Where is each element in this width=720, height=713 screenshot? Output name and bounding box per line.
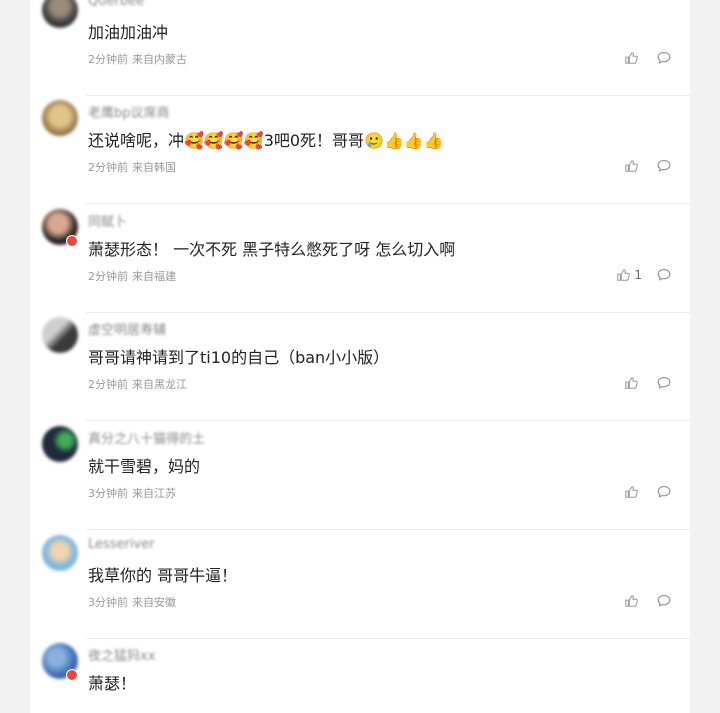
- comment-location: 来自内蒙古: [132, 53, 187, 66]
- avatar[interactable]: [42, 426, 78, 462]
- comment-bubble-icon: [657, 594, 671, 607]
- comment-username[interactable]: Querbee: [88, 0, 144, 9]
- divider: [86, 203, 690, 204]
- like-button[interactable]: [624, 484, 642, 500]
- like-count: 1: [634, 268, 642, 282]
- comment-meta: 3分钟前 来自安徽: [88, 594, 176, 610]
- comment-location: 来自江苏: [132, 487, 176, 500]
- comment-item: Lesseriver 我草你的 哥哥牛逼！ 3分钟前 来自安徽: [30, 531, 690, 639]
- thumbs-up-icon: [617, 269, 631, 281]
- comment-location: 来自安徽: [132, 596, 176, 609]
- comment-username[interactable]: 同赋卜: [88, 211, 127, 230]
- comment-meta: 2分钟前 来自内蒙古: [88, 51, 187, 67]
- comment-text: 还说啥呢，冲🥰🥰🥰🥰3吧0死！哥哥🥲👍👍👍: [88, 131, 444, 150]
- reply-button[interactable]: [656, 158, 672, 174]
- comment-time: 3分钟前: [88, 487, 128, 500]
- comment-meta: 2分钟前 来自韩国: [88, 159, 176, 175]
- divider: [86, 420, 690, 421]
- thumbs-up-icon: [625, 377, 638, 389]
- comment-text: 就干雪碧，妈的: [88, 457, 201, 476]
- comment-meta: 2分钟前 来自福建: [88, 268, 176, 284]
- comment-item: 真分之八十猫得的土 就干雪碧，妈的 3分钟前 来自江苏: [30, 422, 690, 530]
- comment-text: 萧瑟形态！ 一次不死 黑子特么憋死了呀 怎么切入啊: [88, 240, 456, 259]
- reply-button[interactable]: [656, 484, 672, 500]
- like-button[interactable]: [624, 50, 642, 66]
- comment-time: 2分钟前: [88, 53, 128, 66]
- comment-time: 2分钟前: [88, 270, 128, 283]
- reply-button[interactable]: [656, 593, 672, 609]
- comment-time: 3分钟前: [88, 596, 128, 609]
- comment-location: 来自黑龙江: [132, 378, 187, 391]
- comment-location: 来自韩国: [132, 161, 176, 174]
- comment-item: Querbee 加油加油冲 2分钟前 来自内蒙古: [30, 0, 690, 96]
- comment-bubble-icon: [657, 485, 671, 498]
- comment-bubble-icon: [657, 268, 671, 281]
- verified-badge-icon: [66, 669, 78, 681]
- reply-button[interactable]: [656, 267, 672, 283]
- comment-text: 哥哥请神请到了ti10的自己（ban小小版）: [88, 348, 390, 367]
- comment-item: 同赋卜 萧瑟形态！ 一次不死 黑子特么憋死了呀 怎么切入啊 2分钟前 来自福建 1: [30, 205, 690, 313]
- like-button[interactable]: [624, 158, 642, 174]
- avatar[interactable]: [42, 100, 78, 136]
- avatar[interactable]: [42, 317, 78, 353]
- thumbs-up-icon: [625, 160, 638, 172]
- comment-location: 来自福建: [132, 270, 176, 283]
- comment-username[interactable]: 夜之猛犸xx: [88, 645, 155, 664]
- avatar[interactable]: [42, 0, 78, 28]
- thumbs-up-icon: [625, 595, 638, 607]
- comment-text: 加油加油冲: [88, 23, 169, 42]
- like-button[interactable]: [624, 375, 642, 391]
- comment-time: 2分钟前: [88, 161, 128, 174]
- comment-item: 夜之猛犸xx 萧瑟！: [30, 639, 690, 713]
- comment-item: 老鹰bp议席商 还说啥呢，冲🥰🥰🥰🥰3吧0死！哥哥🥲👍👍👍 2分钟前 来自韩国: [30, 96, 690, 204]
- comment-time: 2分钟前: [88, 378, 128, 391]
- verified-badge-icon: [66, 235, 78, 247]
- thumbs-up-icon: [625, 486, 638, 498]
- divider: [86, 529, 690, 530]
- comment-username[interactable]: Lesseriver: [88, 537, 155, 552]
- like-button[interactable]: [624, 593, 642, 609]
- comment-meta: 2分钟前 来自黑龙江: [88, 376, 187, 392]
- comment-text: 我草你的 哥哥牛逼！: [88, 566, 238, 585]
- like-button[interactable]: 1: [616, 267, 642, 283]
- comment-text: 萧瑟！: [88, 674, 137, 693]
- comment-username[interactable]: 老鹰bp议席商: [88, 102, 170, 121]
- comment-bubble-icon: [657, 51, 671, 64]
- reply-button[interactable]: [656, 375, 672, 391]
- comment-username[interactable]: 真分之八十猫得的土: [88, 428, 205, 447]
- comment-meta: 3分钟前 来自江苏: [88, 485, 176, 501]
- comment-item: 虚空明居寿辅 哥哥请神请到了ti10的自己（ban小小版） 2分钟前 来自黑龙江: [30, 313, 690, 421]
- comment-list: Querbee 加油加油冲 2分钟前 来自内蒙古 老鹰bp议席商 还说啥呢，冲🥰🥰…: [30, 0, 690, 713]
- thumbs-up-icon: [625, 52, 638, 64]
- avatar[interactable]: [42, 535, 78, 571]
- comment-bubble-icon: [657, 159, 671, 172]
- comment-username[interactable]: 虚空明居寿辅: [88, 319, 166, 338]
- reply-button[interactable]: [656, 50, 672, 66]
- comment-bubble-icon: [657, 376, 671, 389]
